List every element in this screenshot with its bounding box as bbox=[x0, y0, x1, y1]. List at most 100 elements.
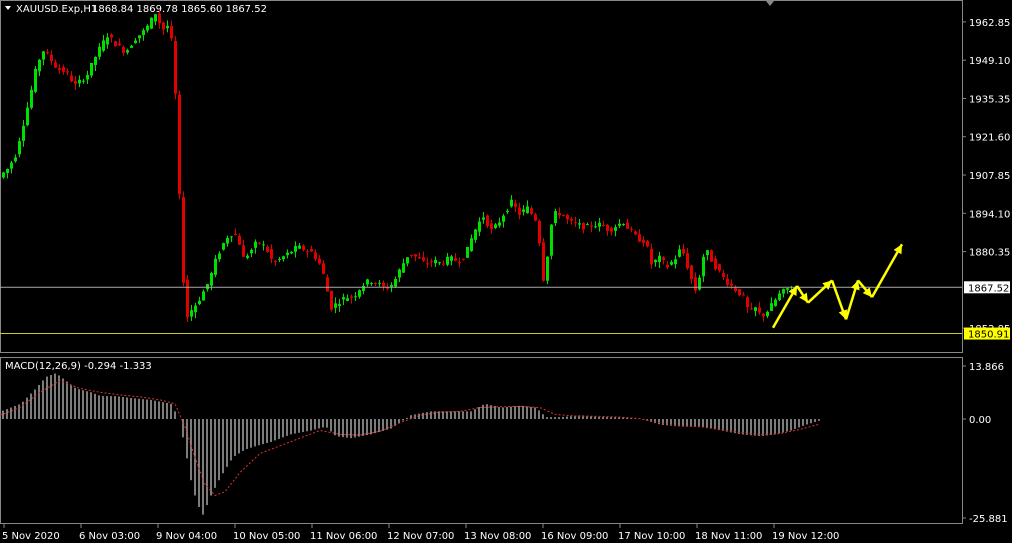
candle-body bbox=[250, 249, 253, 254]
candle-body bbox=[94, 56, 97, 66]
candle-body bbox=[126, 50, 129, 53]
x-tick-label: 16 Nov 09:00 bbox=[541, 531, 608, 542]
candle-body bbox=[730, 283, 733, 286]
candle-body bbox=[278, 258, 281, 260]
candle bbox=[542, 238, 545, 282]
candle-body bbox=[502, 215, 505, 222]
candle-body bbox=[102, 40, 105, 51]
candle-body bbox=[682, 248, 685, 254]
candle-body bbox=[294, 246, 297, 252]
candle-body bbox=[30, 89, 33, 108]
candle-body bbox=[38, 59, 41, 72]
macd-y-tick-label: 13.866 bbox=[969, 362, 1004, 373]
x-tick-label: 9 Nov 04:00 bbox=[156, 531, 217, 542]
candle-body bbox=[734, 287, 737, 292]
candle-body bbox=[558, 212, 561, 216]
x-tick-label: 10 Nov 05:00 bbox=[233, 531, 300, 542]
candle-body bbox=[346, 298, 349, 301]
candle-body bbox=[482, 217, 485, 220]
candle-body bbox=[454, 258, 457, 261]
candle-body bbox=[146, 25, 149, 31]
candle-body bbox=[122, 47, 125, 53]
candle bbox=[34, 66, 37, 94]
candle-body bbox=[642, 239, 645, 243]
y-tick-label: 1880.35 bbox=[969, 248, 1010, 259]
candle-body bbox=[738, 289, 741, 296]
candle-body bbox=[614, 227, 617, 231]
candle-body bbox=[742, 294, 745, 296]
candle-body bbox=[666, 264, 669, 268]
candle-body bbox=[174, 40, 177, 94]
candle-body bbox=[786, 288, 789, 290]
candle-body bbox=[610, 228, 613, 232]
candle-body bbox=[114, 41, 117, 47]
candle-body bbox=[306, 251, 309, 253]
y-tick-label: 1921.60 bbox=[969, 133, 1010, 144]
candle-body bbox=[702, 256, 705, 277]
candle-body bbox=[474, 229, 477, 240]
candle-body bbox=[450, 256, 453, 261]
candle-body bbox=[634, 231, 637, 235]
candle-body bbox=[442, 263, 445, 265]
candle-body bbox=[550, 224, 553, 256]
candle-body bbox=[458, 262, 461, 264]
candle-body bbox=[446, 256, 449, 265]
y-tick-label: 1894.10 bbox=[969, 209, 1010, 220]
candle-body bbox=[554, 211, 557, 224]
candle-body bbox=[366, 279, 369, 285]
current-price-tag: 1867.52 bbox=[968, 283, 1009, 294]
candle bbox=[174, 36, 177, 100]
candle-body bbox=[586, 224, 589, 226]
candle-body bbox=[286, 252, 289, 256]
candle-body bbox=[334, 303, 337, 308]
candle-body bbox=[590, 225, 593, 227]
candle-body bbox=[750, 308, 753, 310]
candle-body bbox=[466, 246, 469, 258]
candle-body bbox=[422, 257, 425, 261]
candle-body bbox=[254, 241, 257, 248]
candle-body bbox=[622, 224, 625, 226]
candle-body bbox=[34, 68, 37, 92]
candle-body bbox=[470, 238, 473, 252]
candle-body bbox=[494, 224, 497, 228]
trading-chart[interactable]: XAUUSD.Exp,H1 1868.84 1869.78 1865.60 18… bbox=[0, 0, 1012, 543]
candle-body bbox=[686, 253, 689, 269]
candle-body bbox=[258, 242, 261, 244]
candle-body bbox=[186, 279, 189, 318]
candle-body bbox=[170, 26, 173, 39]
candle bbox=[710, 249, 713, 262]
candle-body bbox=[718, 264, 721, 271]
candle-body bbox=[514, 203, 517, 207]
candle-body bbox=[62, 67, 65, 72]
candle-body bbox=[326, 277, 329, 292]
candle-body bbox=[178, 94, 181, 195]
candle-body bbox=[310, 248, 313, 252]
candle-body bbox=[226, 237, 229, 244]
candle-body bbox=[582, 223, 585, 230]
candle-body bbox=[298, 245, 301, 249]
candle-body bbox=[498, 222, 501, 226]
candle bbox=[114, 40, 117, 47]
x-tick-label: 19 Nov 12:00 bbox=[772, 531, 839, 542]
candle-body bbox=[90, 62, 93, 76]
candle-body bbox=[530, 208, 533, 214]
candle-body bbox=[2, 172, 5, 178]
candle-body bbox=[362, 285, 365, 291]
candle-body bbox=[182, 197, 185, 283]
candle-body bbox=[602, 224, 605, 226]
candle bbox=[222, 242, 225, 251]
candle-body bbox=[598, 222, 601, 227]
candle-body bbox=[394, 279, 397, 287]
candle-body bbox=[746, 297, 749, 307]
x-tick-label: 13 Nov 08:00 bbox=[464, 531, 531, 542]
x-tick-label: 17 Nov 10:00 bbox=[618, 531, 685, 542]
candle-body bbox=[110, 34, 113, 38]
candle-body bbox=[546, 256, 549, 281]
candle-body bbox=[434, 259, 437, 264]
candle-body bbox=[774, 299, 777, 306]
candle-body bbox=[526, 206, 529, 214]
candle-body bbox=[282, 256, 285, 260]
candle-body bbox=[46, 51, 49, 54]
candle-body bbox=[262, 244, 265, 246]
candle-body bbox=[674, 259, 677, 265]
